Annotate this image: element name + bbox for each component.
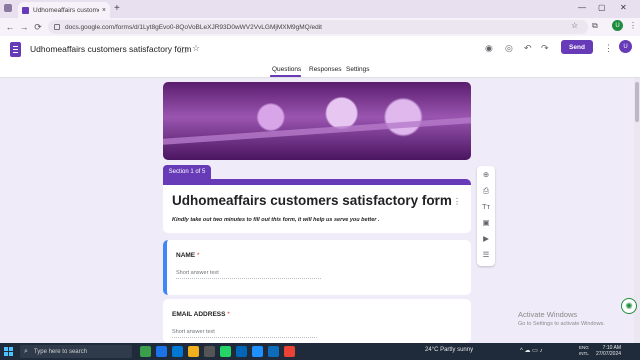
url-text: docs.google.com/forms/d/1Lyt8gEvo0-8QoVo… — [65, 23, 322, 31]
maximize-button[interactable]: ▢ — [598, 3, 606, 12]
tab-search-icon[interactable] — [4, 4, 12, 12]
import-questions-icon[interactable]: ⎙ — [477, 186, 495, 196]
taskbar-app-icon[interactable] — [140, 346, 151, 357]
document-title[interactable]: Udhomeaffairs customers satisfactory for… — [30, 44, 191, 54]
question-toolbar: ⊕ ⎙ Tт ▣ ▶ ☰ — [477, 166, 495, 266]
add-title-icon[interactable]: Tт — [477, 202, 495, 211]
question-card[interactable]: EMAIL ADDRESS * Short answer text — [163, 299, 471, 343]
short-answer-placeholder: Short answer text — [176, 270, 321, 279]
undo-icon[interactable]: ↶ — [524, 43, 532, 54]
taskbar-search-placeholder: Type here to search — [33, 348, 87, 355]
form-title-card[interactable]: Udhomeaffairs customers satisfactory for… — [163, 179, 471, 233]
site-info-icon[interactable] — [54, 24, 60, 30]
scrollbar-thumb[interactable] — [635, 82, 639, 122]
new-tab-button[interactable]: + — [114, 3, 120, 14]
browser-tab-title: Udhomeaffairs customers satisfa — [33, 6, 99, 14]
collapse-section-icon[interactable]: ⌃ — [431, 197, 438, 206]
section-label: Section 1 of 5 — [163, 165, 211, 179]
taskbar-app-icon[interactable] — [252, 346, 263, 357]
add-question-icon[interactable]: ⊕ — [477, 170, 495, 179]
clock-date: 27/07/2024 — [596, 351, 622, 357]
forms-favicon-icon — [22, 6, 29, 14]
star-icon[interactable]: ☆ — [192, 43, 200, 54]
search-icon: ⌕ — [24, 347, 28, 355]
question-title[interactable]: NAME * — [176, 252, 199, 259]
add-image-icon[interactable]: ▣ — [477, 218, 495, 227]
close-tab-icon[interactable]: × — [102, 7, 106, 14]
account-avatar[interactable]: U — [619, 40, 632, 53]
browser-tab[interactable]: Udhomeaffairs customers satisfa × — [18, 2, 110, 18]
taskbar-search[interactable]: ⌕ Type here to search — [20, 345, 132, 358]
taskbar-app-icon[interactable] — [172, 346, 183, 357]
windows-taskbar: ⌕ Type here to search 24°C Partly sunny … — [0, 343, 640, 360]
preview-icon[interactable]: ◎ — [505, 43, 513, 54]
forms-logo-icon[interactable] — [10, 42, 21, 57]
activate-windows-subtitle: Go to Settings to activate Windows. — [518, 321, 605, 327]
question-title-text: NAME — [176, 252, 196, 259]
taskbar-app-icon[interactable] — [236, 346, 247, 357]
windows-start-icon[interactable] — [4, 347, 13, 356]
taskbar-app-icon[interactable] — [156, 346, 167, 357]
browser-profile-avatar[interactable]: U — [612, 20, 623, 31]
tab-questions[interactable]: Questions — [272, 66, 301, 73]
active-tab-indicator — [270, 75, 301, 77]
bookmark-star-icon[interactable]: ☆ — [571, 21, 578, 30]
short-answer-placeholder: Short answer text — [172, 329, 317, 338]
forms-tabs: Questions Responses Settings — [0, 64, 640, 78]
more-options-icon[interactable]: ⋮ — [604, 43, 613, 54]
add-section-icon[interactable]: ☰ — [477, 250, 495, 259]
required-marker: * — [196, 252, 200, 259]
form-description[interactable]: Kindly take out two minutes to fill out … — [172, 217, 380, 223]
reload-button[interactable]: ⟳ — [31, 22, 45, 33]
section-more-icon[interactable]: ⋮ — [453, 197, 461, 206]
question-title-text: EMAIL ADDRESS — [172, 311, 226, 318]
taskbar-clock[interactable]: 7:10 AM 27/07/2024 — [596, 345, 621, 357]
browser-menu-icon[interactable]: ⋮ — [629, 21, 637, 30]
add-video-icon[interactable]: ▶ — [477, 234, 495, 243]
forms-header: Udhomeaffairs customers satisfactory for… — [0, 36, 640, 78]
minimize-button[interactable]: — — [578, 3, 586, 12]
header-image — [163, 82, 471, 160]
browser-toolbar: ← → ⟳ docs.google.com/forms/d/1Lyt8gEvo0… — [0, 18, 640, 36]
folder-icon[interactable]: 🗀 — [178, 43, 187, 59]
keyboard-layout: INTL — [579, 351, 589, 356]
back-button[interactable]: ← — [3, 22, 17, 32]
taskbar-app-icon[interactable] — [268, 346, 279, 357]
browser-tab-bar: Udhomeaffairs customers satisfa × + — ▢ … — [0, 0, 640, 18]
tab-responses[interactable]: Responses — [309, 66, 342, 73]
activate-windows-watermark: Activate Windows Go to Settings to activ… — [518, 310, 605, 327]
taskbar-app-icon[interactable] — [188, 346, 199, 357]
activate-windows-title: Activate Windows — [518, 310, 578, 319]
address-bar[interactable]: docs.google.com/forms/d/1Lyt8gEvo0-8QoVo… — [48, 20, 588, 34]
system-tray-icons[interactable]: ^ ☁ ▭ ♪ — [520, 347, 543, 354]
extensions-icon[interactable]: ⧉ — [592, 21, 598, 31]
tab-settings[interactable]: Settings — [346, 66, 370, 73]
taskbar-app-icon[interactable] — [284, 346, 295, 357]
assistant-icon[interactable]: ✺ — [621, 298, 637, 314]
header-image-decoration — [163, 117, 471, 145]
required-marker: * — [227, 311, 230, 318]
forward-button[interactable]: → — [17, 22, 31, 32]
send-button[interactable]: Send — [561, 40, 593, 54]
taskbar-app-icon[interactable] — [204, 346, 215, 357]
form-title[interactable]: Udhomeaffairs customers satisfactory for… — [172, 193, 452, 208]
language-indicator[interactable]: ENG INTL — [579, 345, 589, 357]
question-card[interactable]: NAME * Short answer text — [163, 240, 471, 295]
weather-widget[interactable]: 24°C Partly sunny — [425, 347, 473, 353]
question-title[interactable]: EMAIL ADDRESS * — [172, 311, 230, 318]
close-window-button[interactable]: ✕ — [620, 3, 627, 12]
palette-icon[interactable]: ◉ — [485, 43, 493, 54]
redo-icon[interactable]: ↷ — [541, 43, 549, 54]
taskbar-app-icon[interactable] — [220, 346, 231, 357]
